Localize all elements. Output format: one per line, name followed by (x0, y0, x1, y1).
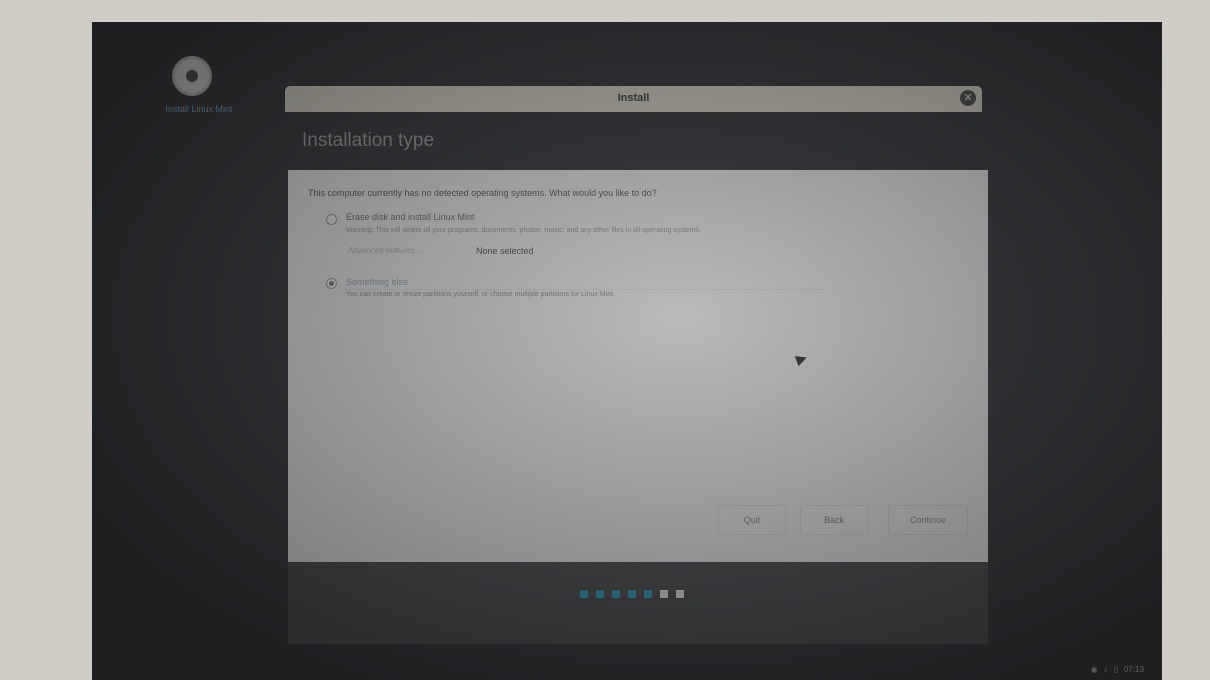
sidebar-brand-label: Install Linux Mint (165, 104, 233, 114)
installation-type-panel: This computer currently has no detected … (288, 170, 988, 562)
back-button[interactable]: Back (800, 505, 868, 535)
progress-footer (288, 562, 988, 644)
system-tray: ◉ ♪ ▯ 07:13 (1091, 665, 1144, 674)
question-text: This computer currently has no detected … (308, 188, 657, 198)
volume-icon[interactable]: ♪ (1104, 665, 1108, 674)
quit-button[interactable]: Quit (718, 505, 786, 535)
page-title: Installation type (302, 130, 435, 151)
something-else-label[interactable]: Something else (346, 277, 408, 287)
mouse-pointer-icon: ▶ (793, 348, 810, 368)
progress-step-dot (644, 590, 652, 598)
progress-step-dot (628, 590, 636, 598)
progress-step-dot (580, 590, 588, 598)
something-else-description: You can create or resize partitions your… (346, 291, 615, 298)
close-icon[interactable]: ✕ (960, 90, 976, 106)
battery-icon[interactable]: ▯ (1114, 665, 1118, 674)
advanced-features-value: None selected (476, 246, 534, 256)
progress-step-dot (612, 590, 620, 598)
network-icon[interactable]: ◉ (1091, 665, 1098, 674)
window-title: Install (617, 92, 650, 104)
monitor-screen: Install Linux Mint Install ✕ Installatio… (92, 22, 1162, 680)
progress-step-dot (660, 590, 668, 598)
erase-disk-label[interactable]: Erase disk and install Linux Mint (346, 212, 475, 222)
progress-step-dot (596, 590, 604, 598)
clock[interactable]: 07:13 (1124, 665, 1144, 674)
something-else-radio[interactable] (326, 278, 337, 289)
advanced-features-button[interactable]: Advanced features... (348, 246, 421, 255)
option-divider (344, 289, 824, 290)
window-titlebar[interactable]: Install ✕ (285, 86, 982, 112)
continue-button[interactable]: Continue (888, 505, 968, 535)
linux-mint-logo (172, 56, 212, 96)
erase-disk-radio[interactable] (326, 214, 337, 225)
erase-disk-warning: Warning: This will delete all your progr… (346, 227, 701, 234)
progress-step-dot (676, 590, 684, 598)
step-progress-indicator (580, 590, 684, 598)
